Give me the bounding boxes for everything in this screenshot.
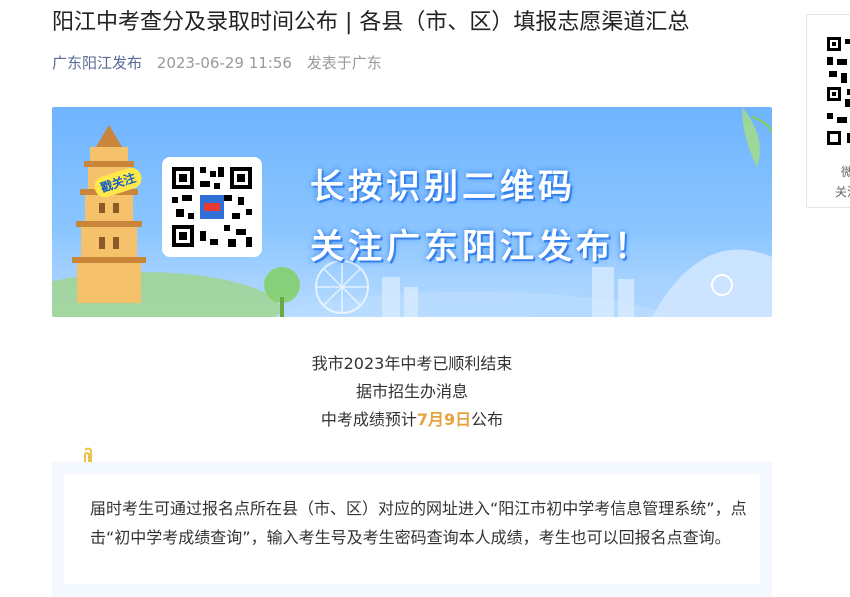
publish-location: 发表于广东	[306, 54, 382, 72]
article-meta: 广东阳江发布 2023-06-29 11:56 发表于广东	[52, 52, 382, 73]
score-prefix: 中考成绩预计	[320, 410, 417, 429]
banner-decoration	[52, 107, 772, 317]
ferris-wheel-illustration	[315, 260, 369, 314]
side-label-1: 微	[841, 165, 850, 179]
notice-box: 届时考生可通过报名点所在县（市、区）对应的网址进入“阳江市初中学考信息管理系统”…	[52, 462, 772, 597]
publish-date: 2023-06-29 11:56	[156, 54, 292, 72]
side-label-2: 关注	[835, 185, 850, 199]
article-title: 阳江中考查分及录取时间公布 | 各县（市、区）填报志愿渠道汇总	[52, 10, 690, 35]
score-suffix: 公布	[471, 410, 504, 429]
body-line-1: 我市2023年中考已顺利结束	[311, 354, 513, 373]
side-qr-card[interactable]: 微 关注	[806, 14, 850, 208]
banner-qr-code[interactable]	[162, 157, 262, 257]
pagoda-illustration	[72, 125, 146, 303]
qr-code-icon	[172, 167, 252, 247]
side-qr-code-icon	[827, 37, 850, 145]
banner-line-2: 关注广东阳江发布！	[310, 227, 652, 267]
body-line-2: 据市招生办消息	[355, 382, 468, 401]
body-line-3: 中考成绩预计7月9日公布	[52, 406, 772, 434]
follow-banner: 戳关注 长按识别二维码 关注广东阳江发布！	[52, 107, 772, 317]
banner-line-1: 长按识别二维码	[310, 167, 576, 207]
author-link[interactable]: 广东阳江发布	[52, 54, 142, 72]
score-date-highlight: 7月9日	[416, 410, 472, 429]
notice-text: 届时考生可通过报名点所在县（市、区）对应的网址进入“阳江市初中学考信息管理系统”…	[90, 499, 747, 547]
notice-inner: 届时考生可通过报名点所在县（市、区）对应的网址进入“阳江市初中学考信息管理系统”…	[64, 474, 760, 584]
